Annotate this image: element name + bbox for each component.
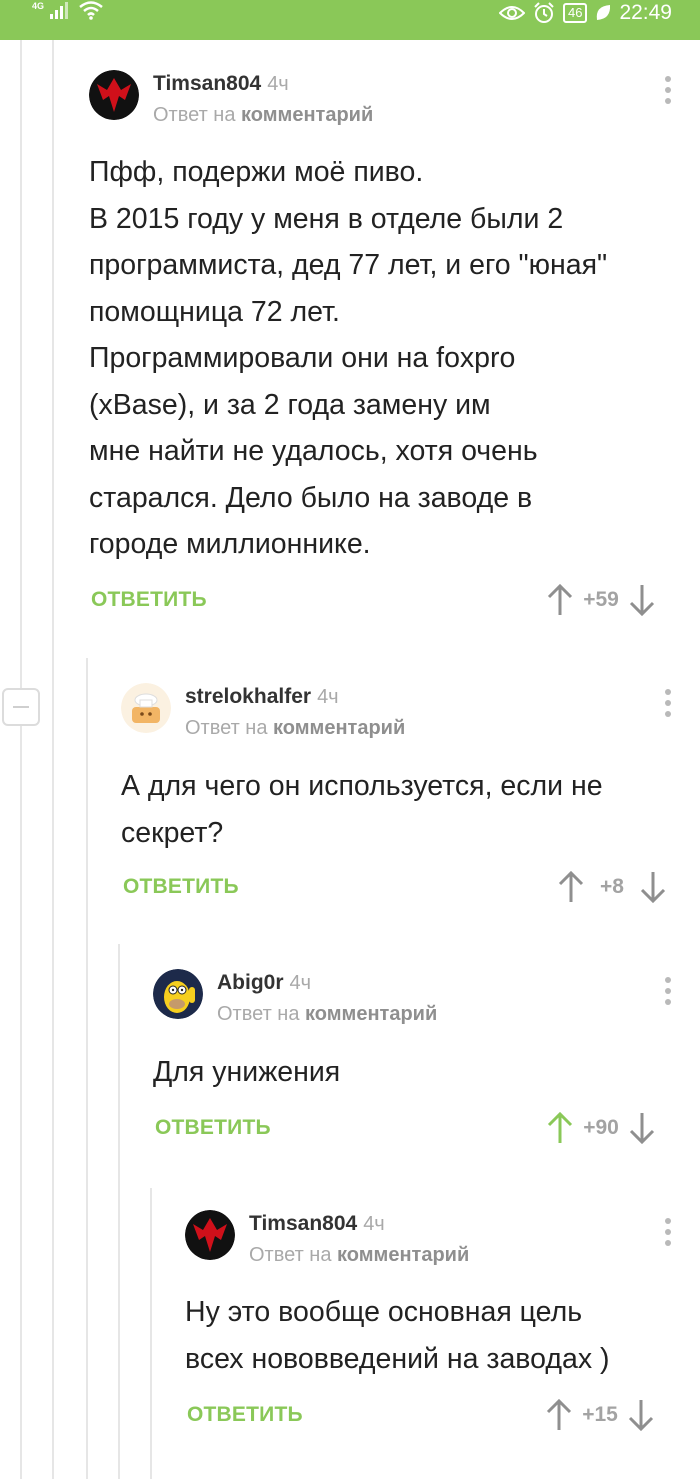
avatar[interactable] bbox=[89, 70, 139, 120]
battery-icon: 46 bbox=[562, 3, 588, 23]
avatar[interactable] bbox=[185, 1210, 235, 1260]
vote-controls: +59 bbox=[547, 583, 655, 617]
status-left: 4G bbox=[32, 0, 104, 24]
comment-time: 4ч bbox=[289, 972, 312, 994]
upvote-icon[interactable] bbox=[546, 1399, 572, 1431]
comment-time: 4ч bbox=[317, 686, 339, 708]
reply-button[interactable]: ОТВЕТИТЬ bbox=[91, 588, 207, 612]
thread-line-root bbox=[20, 40, 22, 688]
reply-to-link[interactable]: комментарий bbox=[241, 104, 373, 126]
reply-to-prefix: Ответ на bbox=[185, 717, 268, 739]
comment-text: А для чего он используется, если не секр… bbox=[121, 770, 603, 849]
avatar[interactable] bbox=[153, 969, 203, 1019]
vote-controls: +90 bbox=[547, 1111, 655, 1145]
comment-time: 4ч bbox=[363, 1213, 385, 1235]
clock: 22:49 bbox=[619, 1, 672, 24]
comment: strelokhalfer 4ч Ответ на комментарий А д… bbox=[121, 683, 691, 913]
comment: Abig0r 4ч Ответ на комментарий Для унижен… bbox=[153, 969, 693, 1159]
collapse-thread-button[interactable] bbox=[2, 688, 40, 726]
more-options-icon[interactable] bbox=[662, 977, 672, 1007]
reply-to-prefix: Ответ на bbox=[249, 1244, 332, 1266]
comment-score: +59 bbox=[583, 588, 619, 611]
username-text[interactable]: Abig0r bbox=[217, 971, 284, 994]
status-bar: 4G 46 22:49 bbox=[0, 0, 700, 40]
reply-to-link[interactable]: комментарий bbox=[273, 717, 405, 739]
reply-to: Ответ на комментарий bbox=[153, 104, 373, 127]
upvote-icon[interactable] bbox=[547, 1112, 573, 1144]
upvote-icon[interactable] bbox=[547, 584, 573, 616]
reply-to-link[interactable]: комментарий bbox=[337, 1244, 469, 1266]
downvote-icon[interactable] bbox=[640, 871, 666, 903]
comment-score: +15 bbox=[582, 1403, 618, 1426]
username[interactable]: Abig0r 4ч bbox=[217, 971, 311, 995]
alarm-icon bbox=[533, 2, 555, 24]
reply-to-prefix: Ответ на bbox=[217, 1003, 300, 1025]
downvote-icon[interactable] bbox=[628, 1399, 654, 1431]
network-type: 4G bbox=[32, 1, 45, 11]
thread-line-level-4 bbox=[150, 1188, 152, 1479]
reply-button[interactable]: ОТВЕТИТЬ bbox=[155, 1116, 271, 1140]
leaf-icon bbox=[595, 4, 611, 22]
reply-to: Ответ на комментарий bbox=[249, 1244, 469, 1267]
reply-button[interactable]: ОТВЕТИТЬ bbox=[123, 875, 239, 899]
upvote-icon[interactable] bbox=[558, 871, 584, 903]
comment-time: 4ч bbox=[267, 73, 289, 95]
signal-icon bbox=[50, 0, 72, 20]
reply-to-link[interactable]: комментарий bbox=[305, 1003, 437, 1025]
reply-to-prefix: Ответ на bbox=[153, 104, 236, 126]
status-right: 46 22:49 bbox=[498, 0, 672, 26]
thread-line-level-2 bbox=[86, 658, 88, 1479]
username-text[interactable]: Timsan804 bbox=[153, 72, 261, 95]
username[interactable]: Timsan804 4ч bbox=[249, 1212, 385, 1236]
more-options-icon[interactable] bbox=[662, 76, 672, 106]
reply-to: Ответ на комментарий bbox=[185, 717, 405, 740]
downvote-icon[interactable] bbox=[629, 584, 655, 616]
thread-line-level-3 bbox=[118, 944, 120, 1479]
reply-button[interactable]: ОТВЕТИТЬ bbox=[187, 1403, 303, 1427]
comment-text: Пфф, подержи моё пиво. В 2015 году у мен… bbox=[89, 156, 608, 560]
avatar[interactable] bbox=[121, 683, 171, 733]
username[interactable]: Timsan804 4ч bbox=[153, 72, 289, 96]
username[interactable]: strelokhalfer 4ч bbox=[185, 685, 339, 709]
vote-controls: +15 bbox=[546, 1398, 654, 1432]
username-text[interactable]: Timsan804 bbox=[249, 1212, 357, 1235]
eye-icon bbox=[498, 4, 525, 22]
wifi-icon bbox=[78, 0, 104, 20]
comment: Timsan804 4ч Ответ на комментарий Пфф, по… bbox=[89, 70, 689, 630]
downvote-icon[interactable] bbox=[629, 1112, 655, 1144]
vote-controls: +8 bbox=[558, 870, 666, 904]
more-options-icon[interactable] bbox=[662, 1218, 672, 1248]
comment: Timsan804 4ч Ответ на комментарий Ну это … bbox=[185, 1210, 690, 1440]
thread-line-root-lower bbox=[20, 726, 22, 1479]
comment-text: Ну это вообще основная цель всех нововве… bbox=[185, 1296, 610, 1375]
comment-score: +8 bbox=[600, 875, 624, 898]
comment-text: Для унижения bbox=[153, 1056, 341, 1088]
thread-line-level-1 bbox=[52, 40, 54, 1479]
reply-to: Ответ на комментарий bbox=[217, 1003, 437, 1026]
username-text[interactable]: strelokhalfer bbox=[185, 685, 311, 708]
comment-score: +90 bbox=[583, 1116, 619, 1139]
more-options-icon[interactable] bbox=[662, 689, 672, 719]
